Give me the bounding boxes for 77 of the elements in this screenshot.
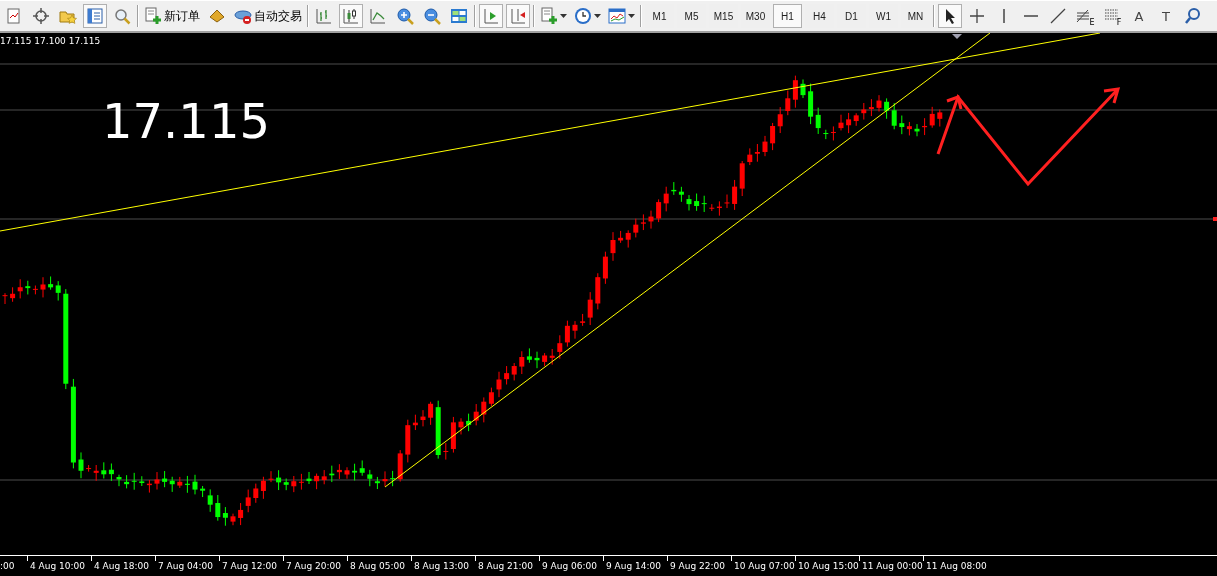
candlestick [344, 466, 350, 480]
caret-icon [628, 14, 635, 18]
toolbar-button[interactable]: E [1073, 4, 1097, 28]
price-marker-icon [1213, 217, 1217, 221]
line-chart-icon [369, 7, 387, 25]
candlestick [572, 320, 578, 340]
candlestick [2, 292, 8, 305]
new-chart-icon [5, 7, 23, 25]
toolbar-button[interactable]: 自动交易 [232, 4, 304, 28]
document-plus-icon [144, 7, 162, 25]
zoom-out-icon [423, 7, 441, 25]
time-axis-label: 9 Aug 22:00 [670, 561, 725, 571]
time-axis-label: 9 Aug 06:00 [542, 561, 597, 571]
document-plus-icon [540, 7, 558, 25]
price-label: 17.115 [102, 93, 270, 149]
ohlc-readout: 17.115 17.100 17.115 [0, 36, 101, 46]
candlestick [78, 451, 84, 479]
bar-chart-icon [315, 7, 333, 25]
candlestick [648, 210, 654, 230]
tile-windows-icon [450, 7, 468, 25]
indicator-chart-icon [608, 7, 626, 25]
crosshair-icon [32, 7, 50, 25]
candlestick [306, 471, 312, 485]
text-tool-button[interactable]: T [1154, 4, 1178, 28]
candlestick [268, 470, 274, 483]
time-axis-label: 7 Aug 12:00 [222, 561, 277, 571]
candlestick [534, 351, 540, 369]
candlestick [382, 470, 388, 488]
candlestick [40, 276, 46, 298]
magnifier-icon [113, 7, 131, 25]
time-axis-label: 8 Aug 21:00 [478, 561, 533, 571]
candlestick [116, 474, 122, 487]
candlestick [496, 371, 502, 398]
time-axis-label: 8 Aug 13:00 [414, 561, 469, 571]
toolbar-button[interactable]: F [1100, 4, 1124, 28]
candlestick [724, 194, 730, 209]
caret-icon [560, 14, 567, 18]
time-axis-label: 10 Aug 07:00 [734, 561, 795, 571]
candlestick [937, 108, 943, 127]
clock-icon [574, 7, 592, 25]
candlestick-icon [342, 7, 360, 25]
trend-line-icon [1049, 7, 1067, 25]
candlestick [154, 471, 160, 491]
zoom-in-icon [396, 7, 414, 25]
time-axis-label: 4 Aug 18:00 [94, 561, 149, 571]
chart-shift-icon [509, 7, 527, 25]
time-axis-label: 11 Aug 08:00 [926, 561, 987, 571]
time-axis-label: 9 Aug 14:00 [606, 561, 661, 571]
candlestick [800, 78, 806, 99]
candlestick [420, 409, 426, 427]
candlestick [876, 94, 882, 112]
time-axis-label: 8 Aug 05:00 [350, 561, 405, 571]
candlestick [914, 123, 920, 137]
text-tool-button[interactable]: A [1127, 4, 1151, 28]
time-axis-label: 7 Aug 20:00 [286, 561, 341, 571]
crosshair-icon [968, 7, 986, 25]
time-axis-label: 10 Aug 15:00 [798, 561, 859, 571]
toolbar-button[interactable]: 新订单 [142, 4, 202, 28]
candlestick [686, 194, 692, 211]
timeframe-button[interactable]: H1 [773, 4, 802, 28]
candlestick [838, 114, 844, 131]
candlestick [610, 231, 616, 262]
candlestick [458, 417, 464, 435]
time-axis-label: :00 [0, 561, 15, 571]
caret-icon [594, 14, 601, 18]
time-axis-label: 4 Aug 10:00 [30, 561, 85, 571]
candlestick [192, 474, 198, 495]
horizontal-line-icon [1024, 15, 1038, 17]
toolbar-button[interactable] [938, 4, 962, 28]
vertical-line-icon [1003, 9, 1005, 23]
window-panel-icon [86, 7, 104, 25]
time-axis-label: 7 Aug 04:00 [158, 561, 213, 571]
time-axis-label: 11 Aug 00:00 [862, 561, 923, 571]
search-icon [1184, 7, 1202, 25]
candlestick [230, 513, 236, 526]
candlestick [762, 135, 768, 157]
autoscroll-icon [482, 7, 500, 25]
